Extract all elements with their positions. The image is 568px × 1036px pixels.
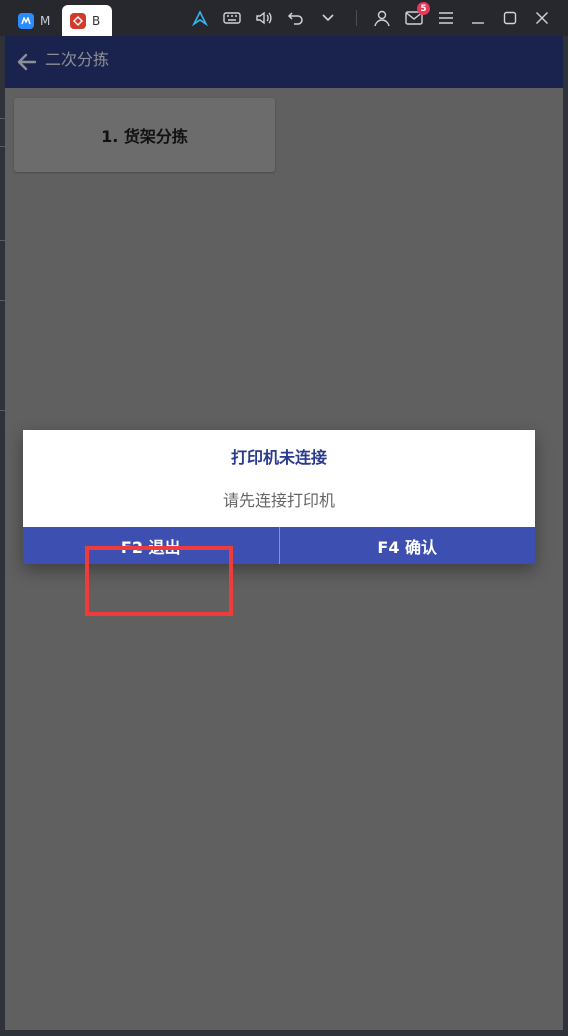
close-icon[interactable] xyxy=(532,8,552,28)
app-blue-icon xyxy=(18,12,34,29)
tab-app-b[interactable]: B xyxy=(62,5,112,36)
tab-app-m[interactable]: M xyxy=(10,5,58,36)
printer-dialog: 打印机未连接 请先连接打印机 F2 退出 F4 确认 xyxy=(23,430,535,564)
confirm-button[interactable]: F4 确认 xyxy=(278,527,536,564)
menu-item-label: 1. 货架分拣 xyxy=(101,127,188,146)
page-title: 二次分拣 xyxy=(45,50,110,69)
mail-badge: 5 xyxy=(417,2,430,15)
maximize-icon[interactable] xyxy=(500,8,520,28)
volume-icon[interactable] xyxy=(254,8,274,28)
emulator-titlebar: M B 5 xyxy=(0,0,568,36)
minimize-icon[interactable] xyxy=(468,8,488,28)
dialog-message: 请先连接打印机 xyxy=(222,491,335,510)
app-bar: 二次分拣 xyxy=(5,36,563,88)
toolbar-separator xyxy=(356,10,357,26)
chevron-down-icon[interactable] xyxy=(318,8,338,28)
undo-icon[interactable] xyxy=(286,8,306,28)
tab-label: B xyxy=(92,13,101,28)
mail-icon[interactable]: 5 xyxy=(404,2,430,28)
keyboard-icon[interactable] xyxy=(222,8,242,28)
back-arrow-icon[interactable] xyxy=(15,50,39,74)
menu-item-shelf-sorting[interactable]: 1. 货架分拣 xyxy=(14,98,275,172)
dialog-title: 打印机未连接 xyxy=(230,448,327,467)
exit-button[interactable]: F2 退出 xyxy=(23,527,279,564)
menu-icon[interactable] xyxy=(436,8,456,28)
tab-label: M xyxy=(40,13,50,28)
dialog-button-bar: F2 退出 F4 确认 xyxy=(23,527,535,564)
app-red-icon xyxy=(70,12,86,29)
pointer-icon[interactable] xyxy=(190,8,210,28)
account-icon[interactable] xyxy=(372,8,392,28)
